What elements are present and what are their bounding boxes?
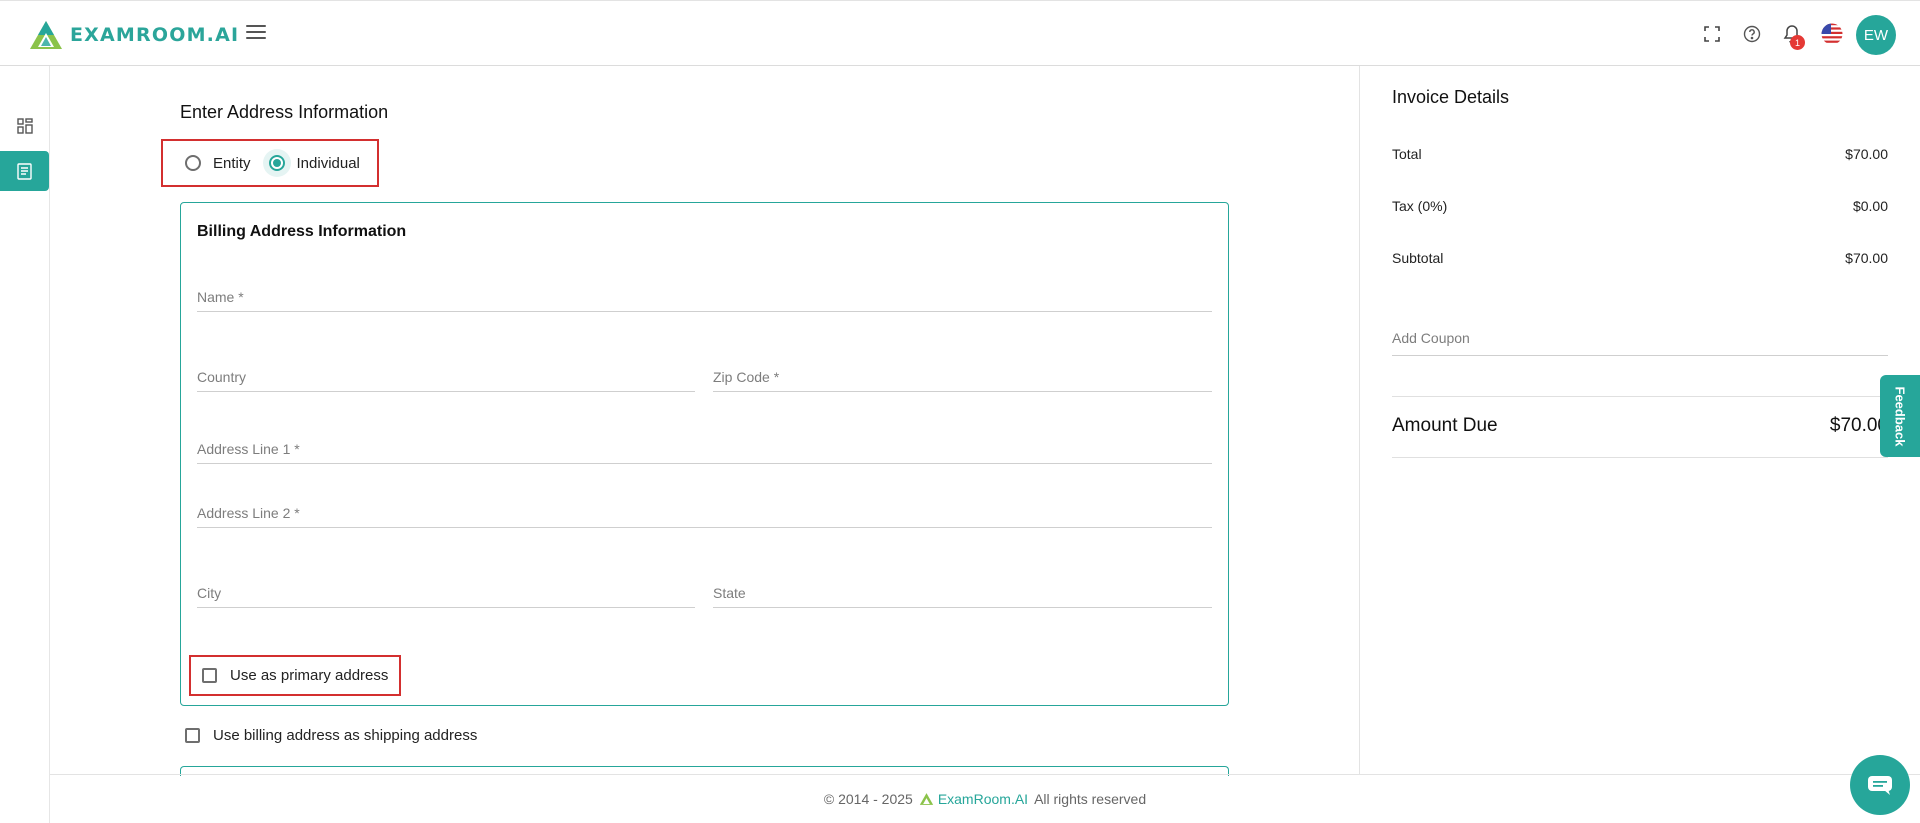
invoice-subtotal-label: Subtotal [1392, 250, 1444, 266]
brand-logo[interactable]: EXAMROOM.AI [28, 19, 239, 51]
chat-widget-button[interactable] [1850, 755, 1910, 815]
footer-brand-link[interactable]: ExamRoom.AI [919, 791, 1028, 807]
radio-entity-indicator[interactable] [185, 155, 201, 171]
invoice-total-value: $70.00 [1845, 146, 1888, 162]
chat-bubble-icon [1868, 776, 1892, 795]
invoice-subtotal-value: $70.00 [1845, 250, 1888, 266]
shipping-same-as-billing-option[interactable]: Use billing address as shipping address [185, 727, 477, 744]
state-input[interactable] [713, 578, 1212, 607]
invoice-row-tax: Tax (0%) $0.00 [1392, 198, 1888, 214]
top-header: EXAMROOM.AI 1 EW [0, 0, 1920, 66]
state-field [713, 578, 1212, 608]
invoice-total-label: Total [1392, 146, 1422, 162]
amount-due-bottom-divider [1392, 457, 1888, 458]
feedback-tab[interactable]: Feedback [1880, 375, 1920, 457]
footer-brand-name: ExamRoom.AI [937, 791, 1029, 807]
coupon-field [1392, 320, 1888, 356]
radio-entity[interactable]: Entity [185, 155, 251, 172]
address-line-2-input[interactable] [197, 498, 1212, 527]
city-input[interactable] [197, 578, 695, 607]
radio-entity-label: Entity [213, 154, 251, 172]
document-icon [17, 162, 32, 180]
primary-address-highlight: Use as primary address [189, 655, 401, 696]
address-line-2-field [197, 498, 1212, 528]
entity-type-radio-group: Entity Individual [161, 139, 379, 187]
amount-due-label: Amount Due [1392, 415, 1498, 436]
sidebar-item-documents[interactable] [0, 151, 49, 191]
footer-copyright: © 2014 - 2025 [823, 791, 913, 807]
invoice-row-total: Total $70.00 [1392, 146, 1888, 162]
name-input[interactable] [197, 282, 1212, 311]
primary-address-label: Use as primary address [230, 667, 389, 684]
invoice-tax-label: Tax (0%) [1392, 198, 1448, 214]
country-input[interactable] [197, 362, 695, 391]
user-avatar[interactable]: EW [1856, 15, 1896, 55]
address-line-1-input[interactable] [197, 434, 1212, 463]
radio-individual-label: Individual [296, 154, 360, 172]
address-section-title: Enter Address Information [180, 102, 389, 122]
examroom-logo-icon [30, 21, 62, 49]
notification-badge: 1 [1790, 35, 1805, 50]
amount-due-top-divider [1392, 396, 1888, 397]
primary-address-checkbox[interactable] [202, 668, 217, 683]
coupon-input[interactable] [1392, 320, 1888, 355]
address-line-1-field [197, 434, 1212, 464]
amount-due-row: Amount Due $70.00 [1392, 415, 1888, 437]
fullscreen-icon[interactable] [1701, 23, 1723, 45]
primary-address-checkbox-option[interactable]: Use as primary address [202, 667, 388, 684]
radio-individual[interactable]: Individual [268, 154, 360, 172]
footer-rights: All rights reserved [1034, 791, 1147, 807]
invoice-tax-value: $0.00 [1852, 198, 1888, 214]
country-field [197, 362, 695, 392]
examroom-small-logo-icon [919, 793, 933, 805]
brand-name: EXAMROOM.AI [70, 24, 240, 46]
feedback-label: Feedback [1892, 386, 1908, 446]
shipping-same-as-billing-checkbox[interactable] [185, 728, 200, 743]
sidebar-item-dashboard[interactable] [0, 106, 49, 146]
radio-individual-indicator[interactable] [268, 155, 285, 171]
invoice-row-subtotal: Subtotal $70.00 [1392, 250, 1888, 266]
page-footer: © 2014 - 2025 ExamRoom.AI All rights res… [50, 774, 1920, 823]
billing-card-title: Billing Address Information [197, 223, 407, 240]
help-circle-icon[interactable] [1741, 23, 1763, 45]
zip-code-input[interactable] [713, 362, 1212, 391]
invoice-title: Invoice Details [1392, 87, 1510, 107]
left-sidebar [0, 66, 50, 823]
city-field [197, 578, 695, 608]
dashboard-grid-icon [16, 118, 33, 134]
name-field [197, 282, 1212, 312]
zip-code-field [713, 362, 1212, 392]
us-flag-icon[interactable] [1821, 23, 1843, 45]
hamburger-icon[interactable] [246, 25, 266, 43]
shipping-same-as-billing-label: Use billing address as shipping address [213, 727, 478, 744]
